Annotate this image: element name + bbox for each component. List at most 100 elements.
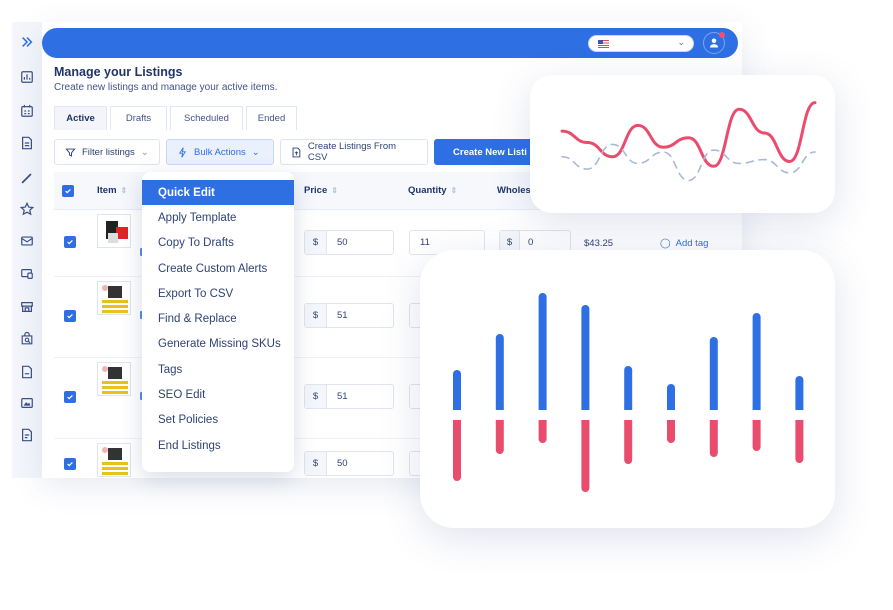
column-header-price[interactable]: Price ⇕	[304, 185, 338, 196]
price-input[interactable]: $50	[304, 230, 394, 255]
sort-icon: ⇕	[120, 186, 128, 195]
menu-item-seo-edit[interactable]: SEO Edit	[142, 382, 294, 407]
chevron-down-icon: ⌄	[140, 146, 149, 158]
column-header-quantity[interactable]: Quantity ⇕	[408, 185, 457, 196]
page-title: Manage your Listings	[54, 65, 183, 79]
menu-item-create-custom-alerts[interactable]: Create Custom Alerts	[142, 256, 294, 281]
image-icon[interactable]	[18, 394, 36, 412]
tab-drafts[interactable]: Drafts	[110, 106, 167, 130]
document-icon[interactable]	[18, 134, 36, 152]
tab-active[interactable]: Active	[54, 106, 107, 130]
product-thumbnail[interactable]	[97, 214, 131, 248]
bar-negative-1	[453, 420, 461, 481]
bar-negative-5	[624, 420, 633, 464]
bar-negative-base-9	[795, 420, 804, 424]
bar-negative-base-2	[495, 420, 504, 424]
bar-negative-base-6	[667, 420, 675, 424]
menu-item-tags[interactable]: Tags	[142, 357, 294, 382]
row-checkbox[interactable]	[64, 458, 76, 470]
column-label: Quantity	[408, 185, 447, 196]
double-chevron-right-icon[interactable]	[18, 33, 36, 51]
toolbar: Filter listings ⌄ Bulk Actions ⌄ Create …	[54, 139, 546, 165]
bar-negative-base-3	[538, 420, 547, 424]
menu-item-apply-template[interactable]: Apply Template	[142, 205, 294, 230]
price-input[interactable]: $51	[304, 303, 394, 328]
bar-positive-base-8	[752, 406, 761, 410]
user-icon	[709, 38, 719, 48]
menu-item-find-replace[interactable]: Find & Replace	[142, 306, 294, 331]
bar-negative-base-5	[624, 420, 633, 424]
price-value: 51	[337, 310, 348, 321]
add-tag-link[interactable]: ◯ Add tag	[660, 238, 708, 249]
store-icon[interactable]	[18, 298, 36, 316]
currency-symbol: $	[305, 304, 327, 327]
row-checkbox[interactable]	[64, 236, 76, 248]
mail-icon[interactable]	[18, 232, 36, 250]
currency-symbol: $	[305, 231, 327, 254]
user-avatar[interactable]	[703, 32, 725, 54]
notification-dot	[719, 32, 725, 38]
currency-symbol: $	[305, 452, 327, 475]
country-select[interactable]: ⌄	[588, 35, 694, 52]
bar-positive-5	[624, 366, 633, 410]
menu-item-end-listings[interactable]: End Listings	[142, 433, 294, 458]
create-from-csv-button[interactable]: Create Listings From CSV	[280, 139, 428, 165]
product-thumbnail[interactable]	[97, 443, 131, 477]
file-text-icon[interactable]	[18, 426, 36, 444]
tag-icon: ◯	[660, 238, 671, 249]
bar-positive-base-6	[667, 406, 675, 410]
top-bar: ⌄	[42, 28, 738, 58]
bar-positive-2	[495, 334, 504, 410]
bar-negative-4	[581, 420, 590, 492]
bar-chart	[453, 293, 804, 492]
bar-positive-1	[453, 370, 461, 410]
chevron-down-icon: ⌄	[677, 37, 685, 47]
bar-positive-base-5	[624, 406, 633, 410]
bar-negative-base-4	[581, 420, 590, 424]
us-flag-icon	[598, 40, 609, 48]
menu-item-quick-edit[interactable]: Quick Edit	[142, 180, 294, 206]
filter-icon	[65, 148, 76, 157]
price-input[interactable]: $50	[304, 451, 394, 476]
file-upload-icon	[292, 147, 301, 157]
select-all-checkbox[interactable]	[62, 185, 74, 197]
chevron-down-icon: ⌄	[251, 146, 260, 158]
file-icon[interactable]	[18, 363, 36, 381]
listing-tabs: Active Drafts Scheduled Ended	[54, 106, 297, 130]
column-label: Price	[304, 185, 328, 196]
sidebar	[12, 22, 42, 478]
bar-positive-4	[581, 305, 590, 410]
bulk-actions-button[interactable]: Bulk Actions ⌄	[166, 139, 274, 165]
line-series-primary	[560, 101, 817, 168]
bar-positive-base-1	[453, 406, 461, 410]
column-header-item[interactable]: Item ⇕	[97, 185, 127, 196]
currency-symbol: $	[305, 385, 327, 408]
bar-positive-7	[709, 337, 718, 410]
price-value: 50	[337, 458, 348, 469]
star-icon[interactable]	[18, 200, 36, 218]
menu-item-set-policies[interactable]: Set Policies	[142, 408, 294, 433]
tab-scheduled[interactable]: Scheduled	[170, 106, 243, 130]
menu-item-generate-missing-skus[interactable]: Generate Missing SKUs	[142, 332, 294, 357]
page-subtitle: Create new listings and manage your acti…	[54, 82, 278, 93]
row-checkbox[interactable]	[64, 391, 76, 403]
price-input[interactable]: $51	[304, 384, 394, 409]
sort-icon: ⇕	[450, 186, 458, 195]
bag-search-icon[interactable]	[18, 330, 36, 348]
price-value: 50	[337, 237, 348, 248]
bar-negative-base-8	[752, 420, 761, 424]
product-thumbnail[interactable]	[97, 362, 131, 396]
line-chart-card	[530, 75, 835, 213]
menu-item-export-to-csv[interactable]: Export To CSV	[142, 281, 294, 306]
bar-chart-icon[interactable]	[18, 68, 36, 86]
bar-positive-base-4	[581, 406, 590, 410]
tab-ended[interactable]: Ended	[246, 106, 297, 130]
calendar-icon[interactable]	[18, 102, 36, 120]
bar-negative-7	[709, 420, 718, 457]
menu-item-copy-to-drafts[interactable]: Copy To Drafts	[142, 231, 294, 256]
filter-listings-button[interactable]: Filter listings ⌄	[54, 139, 160, 165]
pen-icon[interactable]	[18, 169, 36, 187]
row-checkbox[interactable]	[64, 310, 76, 322]
devices-icon[interactable]	[18, 265, 36, 283]
product-thumbnail[interactable]	[97, 281, 131, 315]
